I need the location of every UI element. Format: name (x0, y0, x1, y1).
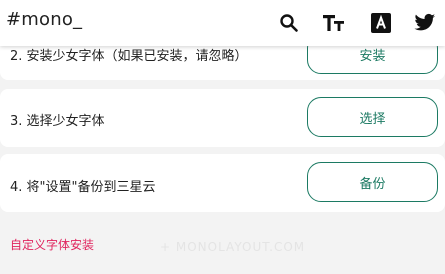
step-card: 3. 选择少女字体 选择 (0, 89, 445, 147)
top-app-bar: #mono_ (0, 0, 445, 46)
font-style-icon[interactable] (368, 10, 394, 36)
watermark: + MONOLAYOUT.COM (160, 240, 306, 254)
text-size-icon[interactable] (321, 10, 347, 36)
custom-font-install-link[interactable]: 自定义字体安装 (10, 236, 94, 253)
step-card: 4. 将"设置"备份到三星云 备份 (0, 154, 445, 212)
step-label: 3. 选择少女字体 (10, 114, 105, 129)
select-button[interactable]: 选择 (307, 97, 438, 137)
brand-title[interactable]: #mono_ (6, 9, 82, 30)
search-icon[interactable] (276, 10, 302, 36)
backup-button[interactable]: 备份 (307, 162, 438, 202)
step-label: 4. 将"设置"备份到三星云 (10, 180, 156, 195)
twitter-icon[interactable] (412, 10, 438, 36)
step-label: 2. 安装少女字体（如果已安装，请忽略） (10, 49, 248, 64)
